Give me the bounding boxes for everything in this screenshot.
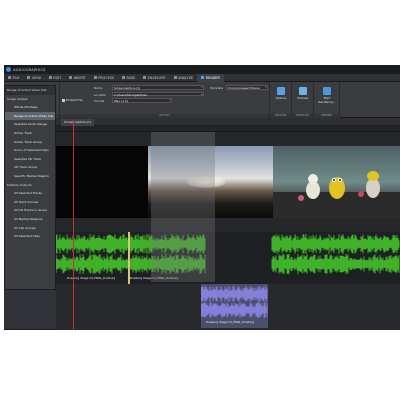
- location-field[interactable]: C:\Users\Storage\Music ▸: [112, 91, 204, 97]
- output-group: Name Screencapture-(1) ▾ Template Uncompr…: [60, 82, 270, 118]
- preview-icon: [299, 87, 307, 95]
- tracks-area: Duisburg Image V4_FINAL_Duisburg Duisbur…: [4, 132, 400, 330]
- tab-process[interactable]: PROCESS: [90, 74, 118, 82]
- menu-item-all-clip-groups[interactable]: All Clip Groups: [5, 224, 55, 233]
- tab-render[interactable]: RENDER: [197, 73, 224, 82]
- render-source-dropdown: Range of Active Video Clip Single Output…: [4, 85, 56, 290]
- render-group: Start Rendering... RENDER: [314, 82, 340, 118]
- menu-item-range-active-video[interactable]: Range of Active Video Clip: [5, 111, 55, 121]
- analyze-icon: [173, 76, 177, 79]
- lower-audio-waveform: [201, 286, 268, 318]
- menu-item-all-marked-regions[interactable]: All Marked Regions: [5, 215, 55, 224]
- menu-item-specific-marked-region[interactable]: Specific Marked Region: [5, 172, 55, 181]
- document-tab-bar: Screencapture-(1): [56, 118, 400, 126]
- lower-audio-track[interactable]: Duisburg Image V4_FINAL_Duisburg: [56, 284, 400, 330]
- preview-button[interactable]: Preview: [294, 86, 312, 110]
- menu-item-all-selected-tracks[interactable]: All Selected Tracks: [5, 189, 55, 198]
- file-icon: [8, 76, 11, 79]
- tab-envelope[interactable]: ENVELOPE: [139, 74, 169, 82]
- audio-clip-label-a: Duisburg Image V4_FINAL_Duisburg: [67, 276, 116, 280]
- menu-item-all-cd-tracks-in-group[interactable]: All CD Tracks in Group: [5, 206, 55, 215]
- format-label: Format: [94, 99, 105, 103]
- selected-range-overlay: [151, 132, 215, 282]
- lower-clip-label: Duisburg Image V4_FINAL_Duisburg: [206, 320, 255, 324]
- menu-item-active-track-group[interactable]: Active Track Group: [5, 138, 55, 147]
- menu-item-cd-track-group[interactable]: CD Track Group: [5, 163, 55, 172]
- lower-audio-clip[interactable]: Duisburg Image V4_FINAL_Duisburg: [201, 284, 268, 328]
- view-icon: [27, 76, 31, 79]
- menu-item-selected-cd-track[interactable]: Selected CD Track: [5, 155, 55, 164]
- format-select[interactable]: Wav (1.0) ▾: [112, 98, 172, 103]
- render-icon: [201, 76, 205, 79]
- produce-group: Preview PRODUCE: [292, 82, 314, 118]
- process-icon: [93, 76, 97, 79]
- chevron-down-icon: ▾: [265, 86, 267, 89]
- folder-icon: ▸: [201, 92, 203, 96]
- menu-item-all-track-groups[interactable]: All Track Groups: [5, 198, 55, 207]
- insert-icon: [69, 76, 73, 79]
- embed-file-checkbox[interactable]: Embed File: [62, 98, 82, 102]
- envelope-icon: [143, 76, 147, 79]
- name-field[interactable]: Screencapture-(1) ▾: [112, 85, 204, 90]
- menu-item-all-selected-clips[interactable]: All Selected Clips: [5, 232, 55, 241]
- menu-item-selected-audio-range[interactable]: Selected Audio Range: [5, 120, 55, 129]
- ribbon-tabs: FILE VIEW EDIT INSERT PROCESS FADE ENVEL…: [4, 73, 400, 82]
- document-tab[interactable]: Screencapture-(1): [61, 119, 95, 126]
- menu-item-whole-montage[interactable]: Whole Montage: [5, 103, 55, 112]
- tab-edit[interactable]: EDIT: [45, 74, 65, 82]
- checkbox-icon: [62, 98, 65, 102]
- tab-file[interactable]: FILE: [4, 74, 23, 82]
- menu-heading-single-output: Single Output: [7, 96, 28, 101]
- chevron-down-icon: ▾: [169, 99, 171, 102]
- playhead[interactable]: [73, 120, 74, 330]
- location-label: Location: [94, 92, 107, 97]
- edit-cursor-marker[interactable]: [128, 232, 130, 284]
- ribbon-panel: Auto Select Source RESULTS Name Screenca…: [4, 82, 400, 118]
- video-clip-dark[interactable]: [56, 146, 148, 218]
- tab-fade[interactable]: FADE: [118, 74, 139, 82]
- template-select[interactable]: Uncompressed Stereo ▾: [226, 85, 268, 90]
- audio-montage-window: AUDIOGRAPHICS FILE VIEW EDIT INSERT PROC…: [4, 65, 400, 330]
- edit-icon: [48, 76, 52, 79]
- menu-current-source[interactable]: Range of Active Video Clip: [5, 86, 55, 95]
- menu-item-active-track[interactable]: Active Track: [5, 129, 55, 138]
- options-button[interactable]: Options: [272, 86, 290, 110]
- tab-insert[interactable]: INSERT: [65, 74, 90, 82]
- menu-heading-multiple-outputs: Multiple Outputs: [7, 182, 32, 187]
- fade-icon: [122, 76, 126, 79]
- chevron-down-icon: ▾: [201, 86, 203, 89]
- template-label: Template: [210, 86, 224, 90]
- video-clip-toys[interactable]: [273, 146, 400, 218]
- options-icon: [277, 87, 285, 95]
- render-start-icon: [323, 87, 331, 95]
- app-logo-icon: [6, 67, 11, 72]
- video-track[interactable]: [56, 146, 400, 218]
- tab-view[interactable]: VIEW: [23, 74, 44, 82]
- tab-analyze[interactable]: ANALYZE: [170, 74, 198, 82]
- app-title: AUDIOGRAPHICS: [13, 67, 46, 72]
- audio-track[interactable]: Duisburg Image V4_FINAL_Duisburg Duisbur…: [56, 232, 400, 284]
- toys-frame-image: [273, 171, 400, 218]
- options-group: Options OPTIONS: [270, 82, 292, 118]
- menu-item-union-selected-clips[interactable]: Union of Selected Clips: [5, 146, 55, 155]
- name-label: Name: [94, 86, 103, 90]
- start-rendering-button[interactable]: Start Rendering...: [317, 86, 337, 110]
